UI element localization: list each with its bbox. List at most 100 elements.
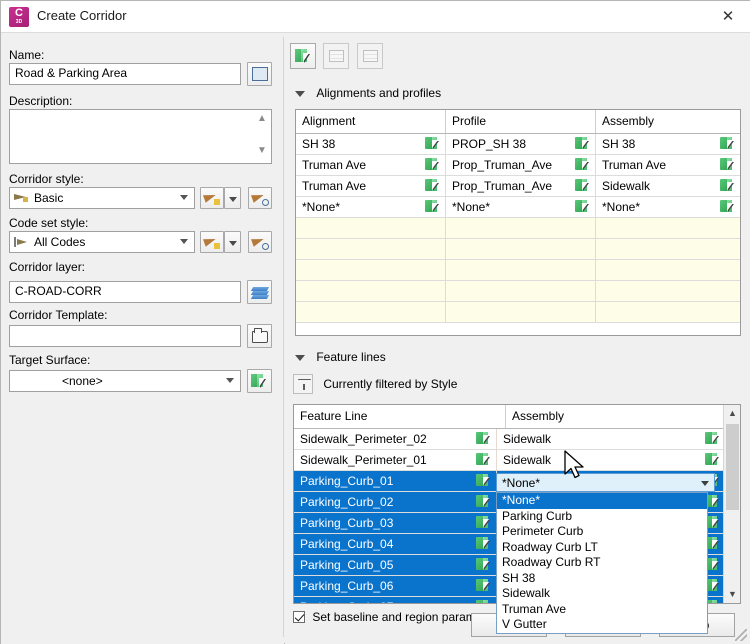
- table-row-empty[interactable]: [296, 281, 740, 302]
- table-row-empty[interactable]: [296, 260, 740, 281]
- table-cell[interactable]: [296, 239, 446, 259]
- table-cell[interactable]: *None*: [596, 197, 740, 217]
- dropdown-option[interactable]: Roadway Curb LT: [497, 540, 707, 556]
- table-row-empty[interactable]: [296, 239, 740, 260]
- scroll-down-icon[interactable]: ▼: [724, 586, 741, 603]
- table-row[interactable]: *None**None**None*: [296, 197, 740, 218]
- table-cell[interactable]: [296, 302, 446, 322]
- table-cell[interactable]: Truman Ave: [596, 155, 740, 175]
- table-cell[interactable]: [596, 302, 740, 322]
- pick-from-drawing-icon[interactable]: [476, 494, 493, 510]
- pick-from-drawing-icon[interactable]: [705, 452, 722, 468]
- pick-from-drawing-icon[interactable]: [720, 199, 737, 215]
- table-cell[interactable]: SH 38: [296, 134, 446, 154]
- scrollbar-thumb[interactable]: [726, 424, 739, 510]
- pick-name-button[interactable]: [247, 62, 272, 86]
- dropdown-option[interactable]: Perimeter Curb: [497, 524, 707, 540]
- table-cell[interactable]: Truman Ave: [296, 155, 446, 175]
- add-baseline-button[interactable]: [323, 43, 349, 69]
- feature-lines-filter[interactable]: Currently filtered by Style: [293, 374, 457, 394]
- assembly-cell-editor[interactable]: *None*: [496, 473, 715, 492]
- table-cell[interactable]: [296, 218, 446, 238]
- table-cell[interactable]: [446, 281, 596, 301]
- table-cell[interactable]: [596, 218, 740, 238]
- table-cell[interactable]: [446, 218, 596, 238]
- feature-line-cell[interactable]: Parking_Curb_04: [294, 534, 497, 554]
- pick-from-drawing-icon[interactable]: [425, 157, 442, 173]
- chevron-down-icon[interactable]: [701, 481, 709, 486]
- dropdown-option[interactable]: *None*: [497, 493, 707, 509]
- pick-from-drawing-icon[interactable]: [476, 557, 493, 573]
- pick-from-drawing-icon[interactable]: [425, 178, 442, 194]
- select-layer-button[interactable]: [247, 280, 272, 304]
- feature-line-cell[interactable]: Parking_Curb_02: [294, 492, 497, 512]
- dropdown-option[interactable]: V Gutter: [497, 617, 707, 633]
- pick-from-drawing-icon[interactable]: [575, 157, 592, 173]
- feature-line-cell[interactable]: Parking_Curb_06: [294, 576, 497, 596]
- feature-line-cell[interactable]: Parking_Curb_05: [294, 555, 497, 575]
- table-row[interactable]: Sidewalk_Perimeter_01Sidewalk: [294, 450, 740, 471]
- corridor-style-dropdown-button[interactable]: [224, 187, 241, 209]
- table-cell[interactable]: [596, 281, 740, 301]
- table-row-empty[interactable]: [296, 302, 740, 323]
- table-cell[interactable]: [446, 302, 596, 322]
- view-corridor-style-button[interactable]: [248, 187, 272, 209]
- assembly-cell[interactable]: Sidewalk: [497, 429, 725, 449]
- corridor-layer-input[interactable]: C-ROAD-CORR: [9, 281, 241, 303]
- view-code-set-style-button[interactable]: [248, 231, 272, 253]
- pick-from-drawing-icon[interactable]: [476, 515, 493, 531]
- table-row[interactable]: SH 38PROP_SH 38SH 38: [296, 134, 740, 155]
- pick-alignment-button[interactable]: [290, 43, 316, 69]
- pick-from-drawing-icon[interactable]: [476, 452, 493, 468]
- pick-from-drawing-icon[interactable]: [575, 178, 592, 194]
- pick-target-surface-button[interactable]: [247, 369, 272, 393]
- dropdown-option[interactable]: Truman Ave: [497, 602, 707, 618]
- table-cell[interactable]: [446, 239, 596, 259]
- pick-from-drawing-icon[interactable]: [720, 178, 737, 194]
- table-cell[interactable]: PROP_SH 38: [446, 134, 596, 154]
- feature-line-cell[interactable]: Parking_Curb_07: [294, 597, 497, 604]
- table-row[interactable]: Sidewalk_Perimeter_02Sidewalk: [294, 429, 740, 450]
- code-set-style-dropdown-button[interactable]: [224, 231, 241, 253]
- pick-from-drawing-icon[interactable]: [705, 431, 722, 447]
- table-cell[interactable]: Sidewalk: [596, 176, 740, 196]
- pick-from-drawing-icon[interactable]: [720, 157, 737, 173]
- feature-line-cell[interactable]: Parking_Curb_01: [294, 471, 497, 491]
- corridor-style-combobox[interactable]: Basic: [9, 187, 195, 209]
- assembly-cell[interactable]: Sidewalk: [497, 450, 725, 470]
- table-cell[interactable]: SH 38: [596, 134, 740, 154]
- name-input[interactable]: Road & Parking Area: [9, 63, 241, 85]
- table-cell[interactable]: Truman Ave: [296, 176, 446, 196]
- table-cell[interactable]: [596, 260, 740, 280]
- pick-from-drawing-icon[interactable]: [575, 136, 592, 152]
- assembly-dropdown-list[interactable]: *None*Parking CurbPerimeter CurbRoadway …: [496, 492, 708, 634]
- feature-line-cell[interactable]: Sidewalk_Perimeter_02: [294, 429, 497, 449]
- edit-code-set-style-button[interactable]: [200, 231, 224, 253]
- description-scroll-up-icon[interactable]: ▲: [257, 113, 267, 124]
- table-cell[interactable]: [296, 260, 446, 280]
- browse-template-button[interactable]: [247, 324, 272, 348]
- dropdown-option[interactable]: Roadway Curb RT: [497, 555, 707, 571]
- table-row-empty[interactable]: [296, 218, 740, 239]
- table-cell[interactable]: *None*: [296, 197, 446, 217]
- pick-from-drawing-icon[interactable]: [425, 136, 442, 152]
- dropdown-option[interactable]: Parking Curb: [497, 509, 707, 525]
- table-cell[interactable]: [446, 260, 596, 280]
- pick-from-drawing-icon[interactable]: [476, 578, 493, 594]
- resize-grip[interactable]: [735, 629, 747, 641]
- pick-from-drawing-icon[interactable]: [575, 199, 592, 215]
- table-cell[interactable]: Prop_Truman_Ave: [446, 155, 596, 175]
- description-scroll-down-icon[interactable]: ▼: [257, 145, 267, 156]
- description-input[interactable]: [9, 109, 272, 164]
- table-cell[interactable]: Prop_Truman_Ave: [446, 176, 596, 196]
- feature-line-cell[interactable]: Parking_Curb_03: [294, 513, 497, 533]
- table-row[interactable]: Truman AveProp_Truman_AveSidewalk: [296, 176, 740, 197]
- target-surface-combobox[interactable]: <none>: [9, 370, 241, 392]
- table-cell[interactable]: *None*: [446, 197, 596, 217]
- dropdown-option[interactable]: Sidewalk: [497, 586, 707, 602]
- table-row[interactable]: Truman AveProp_Truman_AveTruman Ave: [296, 155, 740, 176]
- code-set-style-combobox[interactable]: All Codes: [9, 231, 195, 253]
- pick-from-drawing-icon[interactable]: [476, 431, 493, 447]
- pick-from-drawing-icon[interactable]: [476, 599, 493, 604]
- table-cell[interactable]: [596, 239, 740, 259]
